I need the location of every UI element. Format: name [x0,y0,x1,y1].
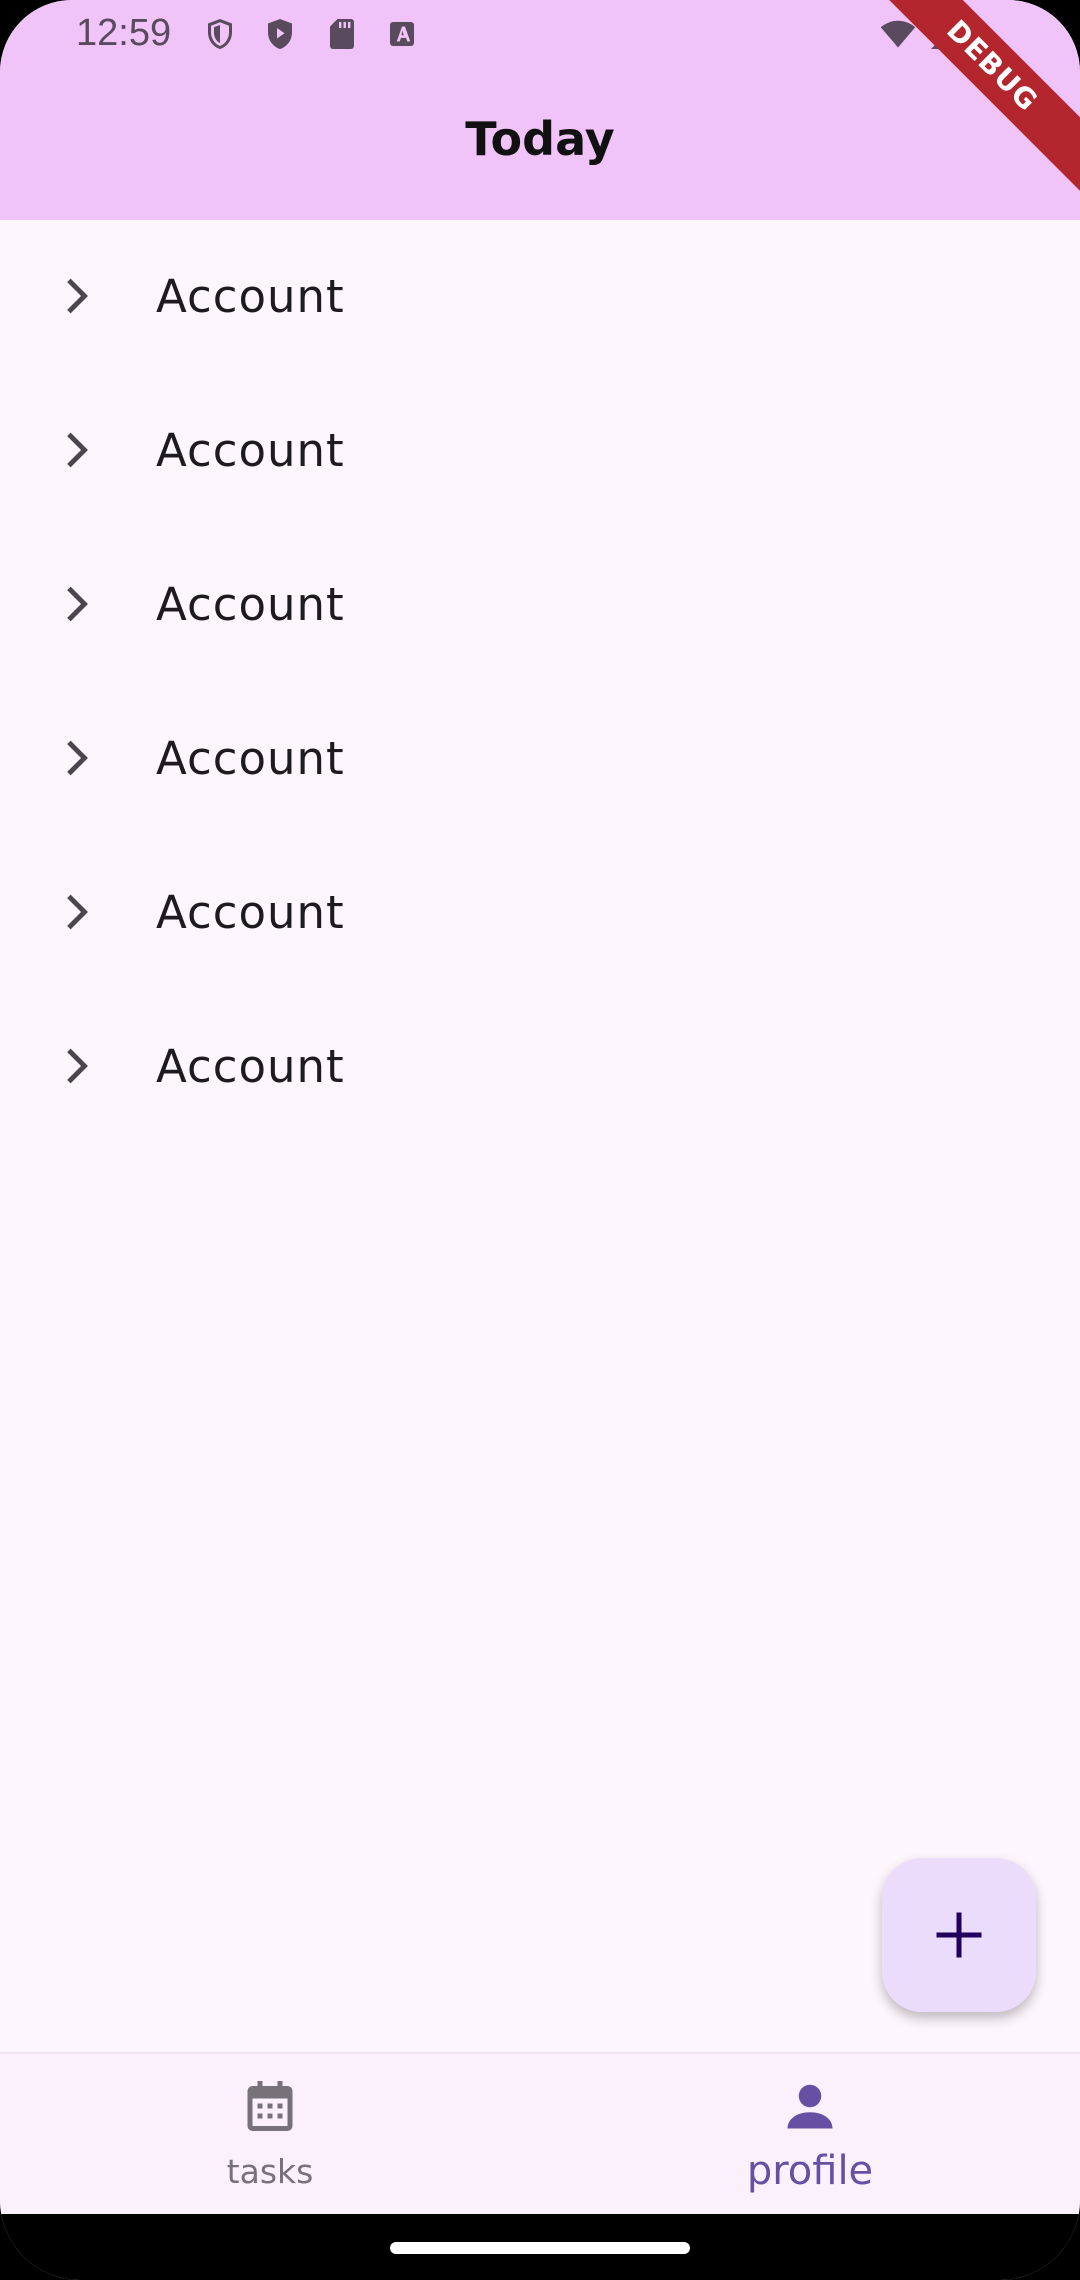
home-indicator[interactable] [390,2242,690,2254]
list-item[interactable]: Account [0,990,1080,1144]
page-title: Today [465,112,615,166]
text-a-icon [384,16,420,52]
list-item[interactable]: Account [0,220,1080,374]
nav-label-profile: profile [746,2148,874,2194]
list-item-label: Account [156,424,345,477]
list-item[interactable]: Account [0,836,1080,990]
app-screen: 12:59 Today DEBUG Account Account Accoun… [0,0,1080,2280]
sd-card-icon [324,16,360,52]
add-button[interactable] [882,1858,1036,2012]
list-item[interactable]: Account [0,682,1080,836]
chevron-right-icon [52,732,104,784]
list-item-label: Account [156,578,345,631]
shield-outline-icon [202,16,238,52]
bottom-navigation: tasks profile [0,2052,1080,2214]
shield-play-icon [262,16,298,52]
account-list: Account Account Account Account Account [0,220,1080,1144]
app-bar: 12:59 Today [0,0,1080,220]
chevron-right-icon [52,270,104,322]
calendar-icon [240,2076,300,2136]
list-item-label: Account [156,1040,345,1093]
person-icon [780,2076,840,2136]
chevron-right-icon [52,424,104,476]
nav-label-tasks: tasks [226,2152,314,2191]
chevron-right-icon [52,886,104,938]
list-item-label: Account [156,886,345,939]
list-item[interactable]: Account [0,528,1080,682]
list-item-label: Account [156,270,345,323]
chevron-right-icon [52,1040,104,1092]
list-item-label: Account [156,732,345,785]
nav-item-tasks[interactable]: tasks [70,2054,470,2214]
plus-icon [936,1912,982,1958]
gesture-bar [0,2214,1080,2280]
chevron-right-icon [52,578,104,630]
nav-item-profile[interactable]: profile [610,2054,1010,2214]
list-item[interactable]: Account [0,374,1080,528]
status-time: 12:59 [76,12,172,54]
